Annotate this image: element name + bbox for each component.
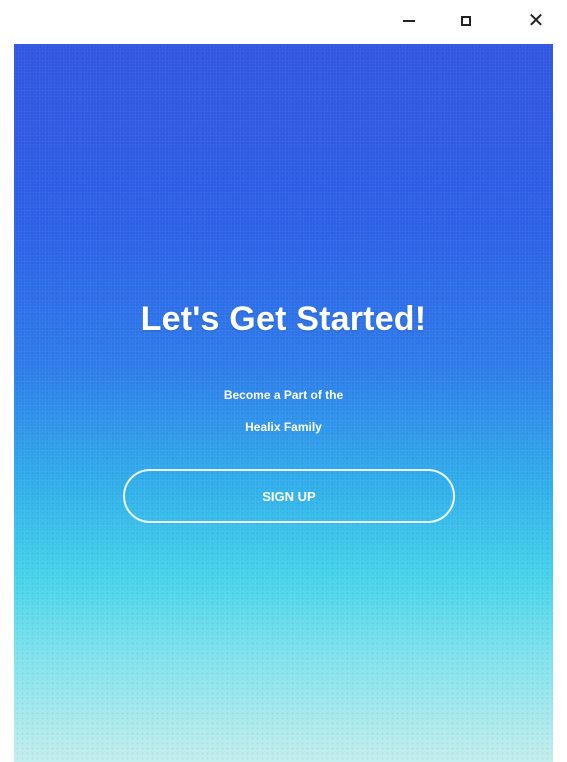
app-window: ✕ Let's Get Started! Become a Part of th… [0, 0, 567, 762]
sign-up-button[interactable]: SIGN UP [123, 469, 455, 523]
title-bar: ✕ [0, 0, 567, 44]
minimize-icon [403, 20, 415, 22]
close-icon: ✕ [527, 10, 545, 32]
sign-up-label: SIGN UP [262, 488, 316, 504]
maximize-button[interactable] [448, 4, 484, 38]
subtitle-line-1: Become a Part of the [223, 388, 344, 402]
maximize-icon [461, 16, 471, 26]
page-title: Let's Get Started! [140, 300, 427, 338]
minimize-button[interactable] [391, 4, 427, 38]
background-texture [14, 44, 553, 762]
close-button[interactable]: ✕ [518, 4, 554, 38]
subtitle-line-2: Healix Family [245, 420, 322, 434]
welcome-panel: Let's Get Started! Become a Part of the … [14, 44, 553, 762]
